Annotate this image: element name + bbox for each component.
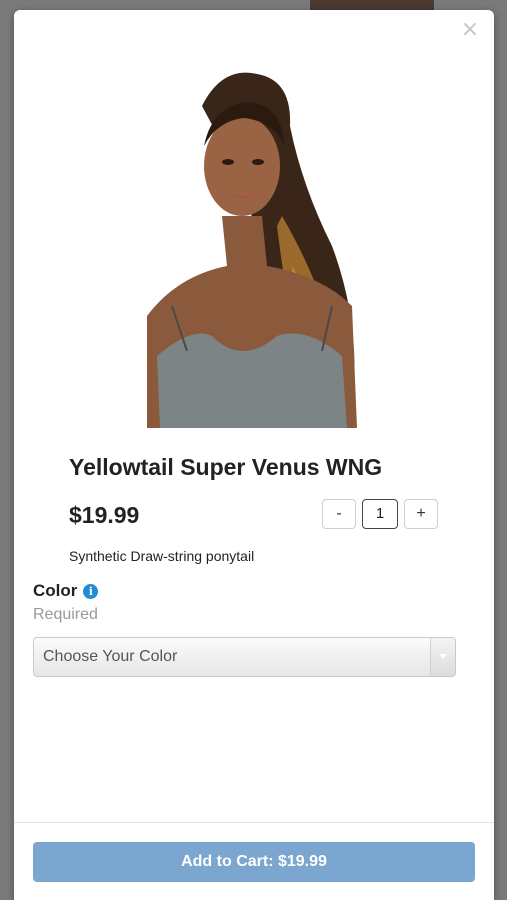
add-to-cart-button[interactable]: Add to Cart: $19.99 [33,842,475,882]
color-label-text: Color [33,581,78,600]
quantity-input[interactable]: 1 [362,499,398,529]
modal-footer: Add to Cart: $19.99 [14,822,494,900]
color-select-value: Choose Your Color [43,648,178,665]
color-option-label: Color i [33,581,99,601]
product-description: Synthetic Draw-string ponytail [69,548,255,564]
close-icon[interactable]: × [460,19,480,41]
required-text: Required [33,606,98,623]
product-modal: × Yellowtail Super Venus WNG $19.99 - 1 … [14,10,494,900]
background-page-image [310,0,434,10]
quantity-decrease-button[interactable]: - [322,499,356,529]
info-icon[interactable]: i [83,583,99,599]
chevron-down-icon [430,638,455,676]
product-title: Yellowtail Super Venus WNG [69,454,383,480]
quantity-increase-button[interactable]: + [404,499,438,529]
color-select[interactable]: Choose Your Color [33,637,456,677]
product-image [132,66,372,428]
product-price: $19.99 [69,502,140,528]
quantity-stepper: - 1 + [322,499,438,529]
